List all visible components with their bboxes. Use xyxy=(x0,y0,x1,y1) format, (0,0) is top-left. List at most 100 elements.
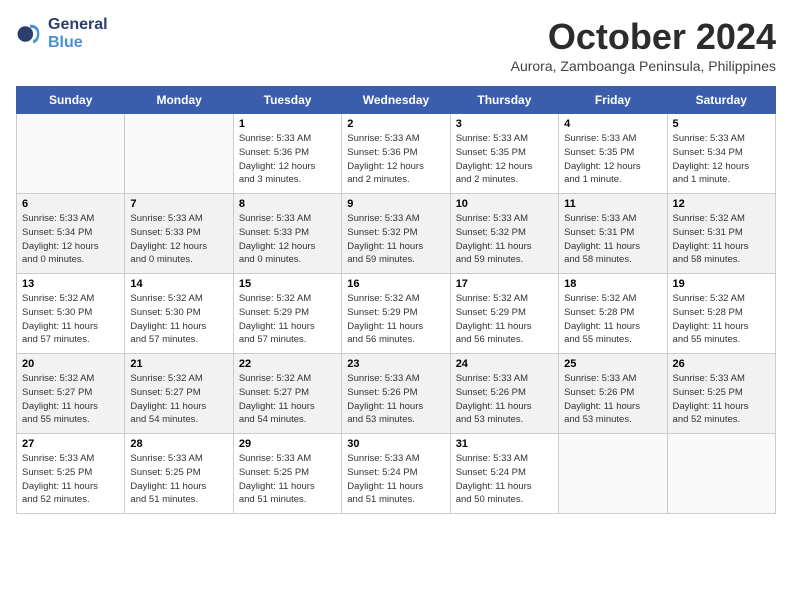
day-number: 21 xyxy=(130,358,227,370)
week-row-1: 1 Sunrise: 5:33 AM Sunset: 5:36 PM Daylig… xyxy=(17,114,776,194)
day-info: Sunrise: 5:33 AM Sunset: 5:33 PM Dayligh… xyxy=(239,212,336,267)
day-number: 10 xyxy=(456,198,553,210)
logo-icon xyxy=(16,20,44,48)
day-info: Sunrise: 5:32 AM Sunset: 5:27 PM Dayligh… xyxy=(239,372,336,427)
day-number: 13 xyxy=(22,278,119,290)
calendar-cell: 23 Sunrise: 5:33 AM Sunset: 5:26 PM Dayli… xyxy=(342,354,450,434)
weekday-header-tuesday: Tuesday xyxy=(233,87,341,114)
calendar-cell: 1 Sunrise: 5:33 AM Sunset: 5:36 PM Daylig… xyxy=(233,114,341,194)
calendar-cell: 31 Sunrise: 5:33 AM Sunset: 5:24 PM Dayli… xyxy=(450,434,558,514)
day-number: 22 xyxy=(239,358,336,370)
weekday-header-friday: Friday xyxy=(559,87,667,114)
calendar-cell: 10Sunrise: 5:33 AM Sunset: 5:32 PM Dayli… xyxy=(450,194,558,274)
calendar-cell: 29 Sunrise: 5:33 AM Sunset: 5:25 PM Dayli… xyxy=(233,434,341,514)
calendar-cell: 6Sunrise: 5:33 AM Sunset: 5:34 PM Daylig… xyxy=(17,194,125,274)
day-info: Sunrise: 5:32 AM Sunset: 5:30 PM Dayligh… xyxy=(130,292,227,347)
calendar-cell xyxy=(17,114,125,194)
week-row-4: 20 Sunrise: 5:32 AM Sunset: 5:27 PM Dayli… xyxy=(17,354,776,434)
day-info: Sunrise: 5:32 AM Sunset: 5:29 PM Dayligh… xyxy=(456,292,553,347)
location-title: Aurora, Zamboanga Peninsula, Philippines xyxy=(511,58,776,74)
day-info: Sunrise: 5:33 AM Sunset: 5:25 PM Dayligh… xyxy=(239,452,336,507)
calendar-cell: 17 Sunrise: 5:32 AM Sunset: 5:29 PM Dayli… xyxy=(450,274,558,354)
calendar-cell: 12 Sunrise: 5:32 AM Sunset: 5:31 PM Dayli… xyxy=(667,194,775,274)
weekday-header-thursday: Thursday xyxy=(450,87,558,114)
calendar-cell: 28Sunrise: 5:33 AM Sunset: 5:25 PM Dayli… xyxy=(125,434,233,514)
weekday-header-row: SundayMondayTuesdayWednesdayThursdayFrid… xyxy=(17,87,776,114)
day-number: 7 xyxy=(130,198,227,210)
calendar-cell: 22 Sunrise: 5:32 AM Sunset: 5:27 PM Dayli… xyxy=(233,354,341,434)
logo: General Blue xyxy=(16,16,108,52)
day-number: 20 xyxy=(22,358,119,370)
day-info: Sunrise: 5:33 AM Sunset: 5:26 PM Dayligh… xyxy=(347,372,444,427)
calendar-cell xyxy=(667,434,775,514)
calendar-cell: 8Sunrise: 5:33 AM Sunset: 5:33 PM Daylig… xyxy=(233,194,341,274)
day-number: 1 xyxy=(239,118,336,130)
day-info: Sunrise: 5:33 AM Sunset: 5:25 PM Dayligh… xyxy=(130,452,227,507)
calendar-table: SundayMondayTuesdayWednesdayThursdayFrid… xyxy=(16,86,776,514)
day-info: Sunrise: 5:32 AM Sunset: 5:30 PM Dayligh… xyxy=(22,292,119,347)
day-info: Sunrise: 5:33 AM Sunset: 5:36 PM Dayligh… xyxy=(239,132,336,187)
calendar-cell: 11 Sunrise: 5:33 AM Sunset: 5:31 PM Dayli… xyxy=(559,194,667,274)
calendar-cell: 14Sunrise: 5:32 AM Sunset: 5:30 PM Dayli… xyxy=(125,274,233,354)
logo-text: General Blue xyxy=(48,16,108,52)
day-info: Sunrise: 5:32 AM Sunset: 5:27 PM Dayligh… xyxy=(22,372,119,427)
calendar-cell: 25Sunrise: 5:33 AM Sunset: 5:26 PM Dayli… xyxy=(559,354,667,434)
day-info: Sunrise: 5:33 AM Sunset: 5:31 PM Dayligh… xyxy=(564,212,661,267)
month-title: October 2024 xyxy=(511,16,776,58)
day-info: Sunrise: 5:33 AM Sunset: 5:35 PM Dayligh… xyxy=(456,132,553,187)
day-info: Sunrise: 5:32 AM Sunset: 5:28 PM Dayligh… xyxy=(564,292,661,347)
calendar-cell: 15 Sunrise: 5:32 AM Sunset: 5:29 PM Dayli… xyxy=(233,274,341,354)
day-number: 9 xyxy=(347,198,444,210)
day-info: Sunrise: 5:32 AM Sunset: 5:27 PM Dayligh… xyxy=(130,372,227,427)
day-info: Sunrise: 5:33 AM Sunset: 5:26 PM Dayligh… xyxy=(456,372,553,427)
calendar-cell: 21 Sunrise: 5:32 AM Sunset: 5:27 PM Dayli… xyxy=(125,354,233,434)
calendar-cell: 18Sunrise: 5:32 AM Sunset: 5:28 PM Dayli… xyxy=(559,274,667,354)
day-info: Sunrise: 5:32 AM Sunset: 5:29 PM Dayligh… xyxy=(347,292,444,347)
day-info: Sunrise: 5:33 AM Sunset: 5:33 PM Dayligh… xyxy=(130,212,227,267)
day-number: 16 xyxy=(347,278,444,290)
weekday-header-saturday: Saturday xyxy=(667,87,775,114)
calendar-cell: 13 Sunrise: 5:32 AM Sunset: 5:30 PM Dayli… xyxy=(17,274,125,354)
calendar-cell: 9 Sunrise: 5:33 AM Sunset: 5:32 PM Daylig… xyxy=(342,194,450,274)
day-number: 23 xyxy=(347,358,444,370)
calendar-cell xyxy=(125,114,233,194)
calendar-cell: 26 Sunrise: 5:33 AM Sunset: 5:25 PM Dayli… xyxy=(667,354,775,434)
day-info: Sunrise: 5:33 AM Sunset: 5:24 PM Dayligh… xyxy=(347,452,444,507)
day-number: 12 xyxy=(673,198,770,210)
calendar-cell: 5Sunrise: 5:33 AM Sunset: 5:34 PM Daylig… xyxy=(667,114,775,194)
week-row-3: 13 Sunrise: 5:32 AM Sunset: 5:30 PM Dayli… xyxy=(17,274,776,354)
day-info: Sunrise: 5:33 AM Sunset: 5:32 PM Dayligh… xyxy=(347,212,444,267)
day-number: 11 xyxy=(564,198,661,210)
day-info: Sunrise: 5:33 AM Sunset: 5:34 PM Dayligh… xyxy=(673,132,770,187)
day-number: 4 xyxy=(564,118,661,130)
day-info: Sunrise: 5:32 AM Sunset: 5:28 PM Dayligh… xyxy=(673,292,770,347)
day-info: Sunrise: 5:33 AM Sunset: 5:25 PM Dayligh… xyxy=(673,372,770,427)
calendar-cell: 30Sunrise: 5:33 AM Sunset: 5:24 PM Dayli… xyxy=(342,434,450,514)
calendar-cell: 7 Sunrise: 5:33 AM Sunset: 5:33 PM Daylig… xyxy=(125,194,233,274)
calendar-cell: 24 Sunrise: 5:33 AM Sunset: 5:26 PM Dayli… xyxy=(450,354,558,434)
day-number: 26 xyxy=(673,358,770,370)
day-number: 31 xyxy=(456,438,553,450)
calendar-cell xyxy=(559,434,667,514)
day-info: Sunrise: 5:33 AM Sunset: 5:35 PM Dayligh… xyxy=(564,132,661,187)
weekday-header-wednesday: Wednesday xyxy=(342,87,450,114)
day-number: 19 xyxy=(673,278,770,290)
calendar-cell: 3 Sunrise: 5:33 AM Sunset: 5:35 PM Daylig… xyxy=(450,114,558,194)
day-info: Sunrise: 5:32 AM Sunset: 5:29 PM Dayligh… xyxy=(239,292,336,347)
day-number: 2 xyxy=(347,118,444,130)
calendar-cell: 20 Sunrise: 5:32 AM Sunset: 5:27 PM Dayli… xyxy=(17,354,125,434)
day-number: 3 xyxy=(456,118,553,130)
day-number: 29 xyxy=(239,438,336,450)
day-info: Sunrise: 5:32 AM Sunset: 5:31 PM Dayligh… xyxy=(673,212,770,267)
day-info: Sunrise: 5:33 AM Sunset: 5:25 PM Dayligh… xyxy=(22,452,119,507)
title-block: October 2024 Aurora, Zamboanga Peninsula… xyxy=(511,16,776,74)
day-number: 24 xyxy=(456,358,553,370)
calendar-cell: 27Sunrise: 5:33 AM Sunset: 5:25 PM Dayli… xyxy=(17,434,125,514)
day-number: 15 xyxy=(239,278,336,290)
calendar-cell: 16 Sunrise: 5:32 AM Sunset: 5:29 PM Dayli… xyxy=(342,274,450,354)
calendar-cell: 19 Sunrise: 5:32 AM Sunset: 5:28 PM Dayli… xyxy=(667,274,775,354)
week-row-2: 6Sunrise: 5:33 AM Sunset: 5:34 PM Daylig… xyxy=(17,194,776,274)
day-number: 25 xyxy=(564,358,661,370)
day-info: Sunrise: 5:33 AM Sunset: 5:24 PM Dayligh… xyxy=(456,452,553,507)
day-number: 17 xyxy=(456,278,553,290)
